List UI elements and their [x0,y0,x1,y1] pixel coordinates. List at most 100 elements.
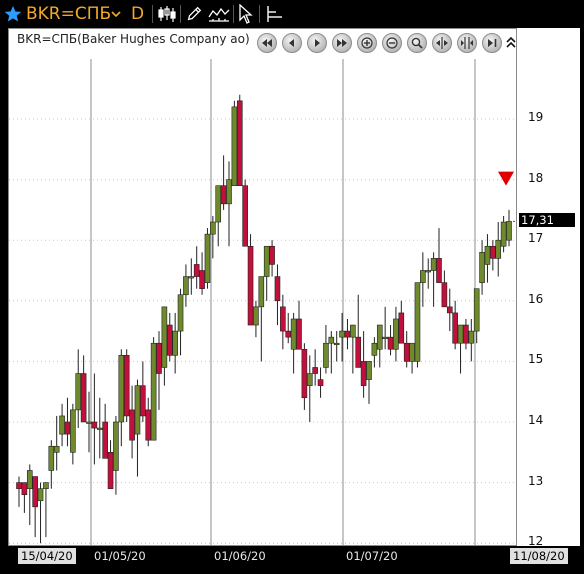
candle-body-down [166,324,173,356]
period-selector[interactable]: D [131,3,144,25]
favorite-star-icon[interactable] [4,3,22,25]
candle-body-up [420,270,426,283]
candle-body-up [96,427,103,430]
price-chart-plot[interactable]: BKR=СПБ(Baker Hughes Company ао) [8,28,517,546]
candle [457,324,464,374]
candle-body-up [376,324,383,350]
candle [506,209,512,247]
date-label-june: 01/06/20 [214,549,266,563]
candle-body-down [463,324,469,344]
candle-body-up [393,318,399,350]
candle [70,403,76,465]
candle-body-down [301,348,308,399]
candle [350,324,356,374]
candle-body-down [140,385,146,417]
candle-body-down [21,482,28,496]
candle [280,294,286,350]
price-tick-label: 15 [528,352,544,367]
candle [220,155,227,210]
candle-body-down [16,482,22,489]
candle-body-up [172,330,178,356]
price-tick-label: 19 [528,110,544,124]
candle-body-down [102,421,108,459]
candle [414,282,421,368]
cursor-pointer-icon[interactable] [238,3,254,25]
candle [156,331,162,410]
candle-body-down [107,451,114,489]
candle [398,300,405,344]
candle-body-up [328,336,335,344]
candle [80,355,87,423]
candle [26,464,33,526]
candle-body-down [91,421,98,429]
candle-body-down [452,312,458,344]
candle [91,373,98,465]
candle-body-down [387,336,394,350]
candle [409,342,415,374]
symbol-dropdown-chevron-icon[interactable] [110,3,122,25]
date-start-label: 15/04/20 [18,548,76,564]
indicators-icon[interactable] [208,3,230,25]
candle-body-down [398,312,405,344]
candle [274,264,281,326]
candle-body-up [468,330,475,344]
candlestick-series [9,59,516,545]
draw-pencil-icon[interactable] [185,3,203,25]
price-tick-label: 14 [528,413,544,427]
candle-body-up [204,233,211,283]
candle [269,240,275,277]
candle [500,215,507,253]
candle [75,349,82,429]
candle-body-down [193,264,200,277]
candle-body-down [145,409,152,441]
candle-body-up [371,342,378,356]
candle [204,228,211,289]
candle [166,312,173,362]
candle [441,270,448,308]
candle-body-down [242,185,248,247]
candle [236,94,243,186]
crosshair-menu-icon[interactable] [264,3,284,25]
candle-body-up [333,342,340,346]
last-price-label: 17,31 [519,213,575,228]
alert-marker-triangle[interactable] [498,171,514,186]
candle [285,312,292,344]
candle-body-up [26,470,33,489]
candle [258,276,265,362]
symbol-selector[interactable]: BKR=СПБ [26,3,111,25]
candle [134,379,141,477]
price-tick-label: 13 [528,473,544,488]
candle-body-up [188,276,195,279]
candle-body-down [355,336,362,368]
toolbar-divider [259,5,260,23]
candle-body-down [441,282,448,308]
candle [463,318,469,350]
candle [436,228,442,283]
candle [301,343,308,410]
candle-body-down [199,270,205,289]
candle [150,337,157,441]
candle [446,288,453,332]
candle [323,325,329,374]
candle-body-up [495,239,502,259]
candle-body-down [312,367,318,374]
candle-body-down [274,276,281,302]
candle [328,331,335,374]
candle [339,312,345,362]
candle [296,300,302,350]
chart-type-candles-icon[interactable] [157,3,177,25]
candle-body-down [220,185,227,205]
price-tick-label: 16 [528,291,544,306]
candle-body-down [436,258,442,283]
candle-body-down [32,476,38,508]
date-label-may: 01/05/20 [94,549,146,563]
candle-body-up [258,276,265,308]
candle-body-up [339,330,345,338]
candle [495,222,502,277]
candle-body-up [134,385,141,435]
candle [48,440,55,489]
candle-body-up [382,336,388,339]
candle [290,312,297,374]
candle [43,482,49,538]
candle-body-up [86,421,92,424]
